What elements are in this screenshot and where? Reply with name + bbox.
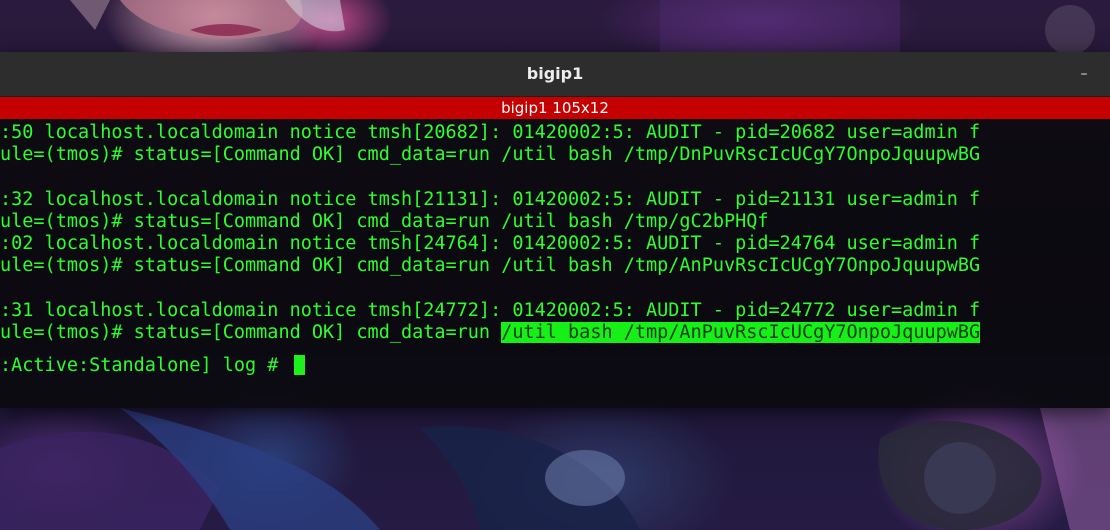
terminal-line: :31 localhost.localdomain notice tmsh[24… bbox=[0, 300, 981, 321]
tmux-status-bar: bigip1 105x12 bbox=[0, 97, 1110, 119]
wallpaper-bottom-art bbox=[0, 408, 1110, 530]
text-cursor bbox=[293, 355, 305, 375]
minimize-icon[interactable]: – bbox=[1070, 60, 1098, 88]
shell-prompt-line[interactable]: :Active:Standalone] log # bbox=[0, 355, 305, 377]
line-prefix: ule=(tmos)# status=[Command OK] cmd_data… bbox=[0, 322, 502, 343]
terminal-line: :32 localhost.localdomain notice tmsh[21… bbox=[0, 189, 981, 210]
terminal-window[interactable]: bigip1 – bigip1 105x12 :50 localhost.loc… bbox=[0, 52, 1110, 408]
selected-text[interactable]: /util bash /tmp/AnPuvRscIcUCgY7OnpoJquup… bbox=[501, 322, 981, 343]
terminal-line-selected: ule=(tmos)# status=[Command OK] cmd_data… bbox=[0, 322, 981, 344]
terminal-output[interactable]: :50 localhost.localdomain notice tmsh[20… bbox=[0, 119, 1110, 392]
window-titlebar[interactable]: bigip1 – bbox=[0, 52, 1110, 97]
wallpaper-top-art bbox=[70, 0, 1095, 52]
tab-label: bigip1 105x12 bbox=[501, 99, 609, 117]
terminal-line: :02 localhost.localdomain notice tmsh[24… bbox=[0, 233, 981, 254]
terminal-line: ule=(tmos)# status=[Command OK] cmd_data… bbox=[0, 211, 769, 232]
terminal-line: :50 localhost.localdomain notice tmsh[20… bbox=[0, 122, 981, 143]
terminal-line: ule=(tmos)# status=[Command OK] cmd_data… bbox=[0, 255, 981, 276]
window-title: bigip1 bbox=[526, 64, 584, 83]
terminal-line: ule=(tmos)# status=[Command OK] cmd_data… bbox=[0, 144, 981, 165]
shell-prompt: :Active:Standalone] log # bbox=[0, 355, 290, 376]
